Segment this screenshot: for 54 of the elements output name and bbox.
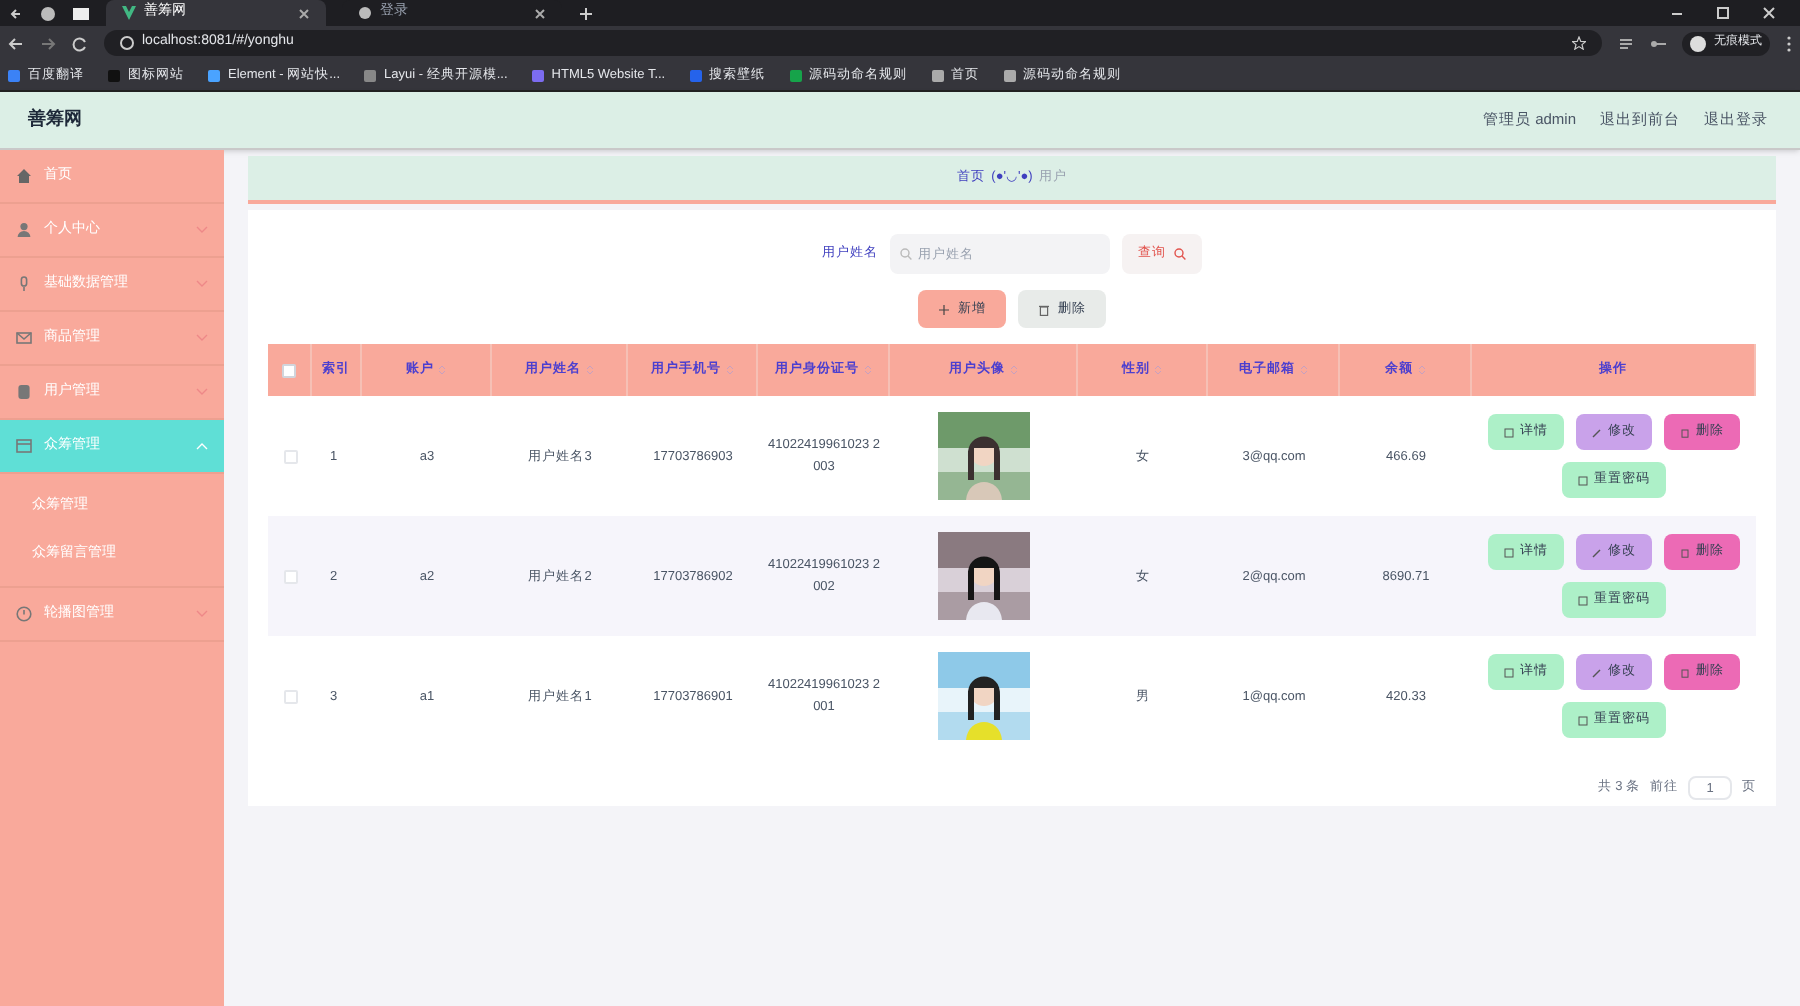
row-checkbox[interactable] [283,689,297,703]
document-icon [1578,475,1588,485]
reading-list-icon [1618,35,1634,51]
document-icon [1504,427,1514,437]
envelope-icon [16,330,32,346]
bookmark-icon [931,69,944,81]
trash-icon [1038,303,1050,315]
bookmark-icon [689,69,702,81]
document-icon [1578,595,1588,605]
info-icon [120,36,134,50]
close-icon [534,7,546,19]
clock-icon [16,606,32,622]
more-icon [1786,35,1792,51]
pencil-icon [1592,547,1602,557]
cylinder-icon [16,384,32,400]
bookmark-icon [531,69,544,81]
user-icon [16,222,32,238]
bookmark-icon [108,69,120,81]
trash-icon [1680,547,1690,557]
row-checkbox[interactable] [283,569,297,583]
home-icon [16,168,32,184]
row-checkbox[interactable] [283,449,297,463]
key-icon [1650,35,1666,51]
pencil-icon [1592,427,1602,437]
pencil-icon [1592,667,1602,677]
restore-icon [1716,6,1730,20]
document-icon [1504,547,1514,557]
trash-icon [1680,427,1690,437]
bookmark-icon [1003,69,1016,81]
bookmark-icon [364,69,377,81]
window-icon [16,438,32,454]
bookmark-icon [208,69,220,81]
back-icon [8,5,24,21]
window-icon [72,5,90,21]
site-title: 善筹网 [28,106,82,133]
search-icon [900,248,912,260]
avatar-icon [1690,35,1706,51]
document-icon [1578,715,1588,725]
close-icon [298,7,310,19]
close-icon [1762,6,1776,20]
bookmark-icon [789,69,802,81]
star-icon [1572,36,1586,50]
search-icon [1174,248,1186,260]
v-logo-icon [122,6,136,20]
trash-icon [1680,667,1690,677]
document-icon [1504,667,1514,677]
plus-icon [938,303,950,315]
microphone-icon [16,276,32,292]
bookmark-icon [8,69,20,81]
plus-icon [578,5,594,21]
reload-icon [72,35,88,51]
forward-icon [40,35,56,51]
back-icon [8,35,24,51]
select-all-checkbox[interactable] [282,363,296,377]
